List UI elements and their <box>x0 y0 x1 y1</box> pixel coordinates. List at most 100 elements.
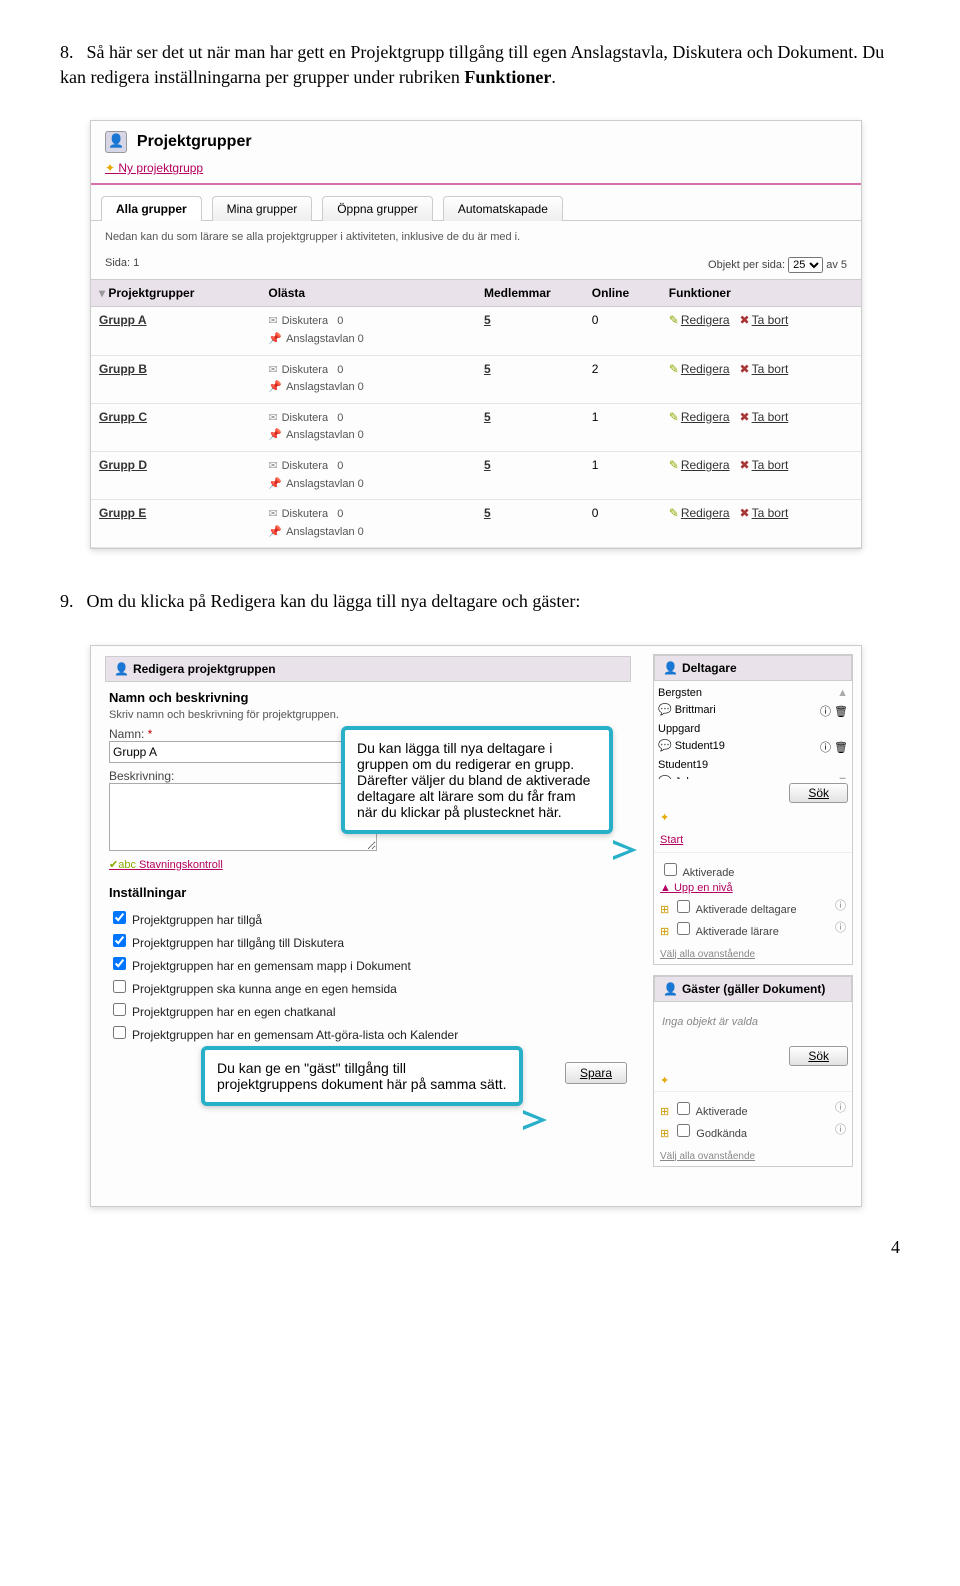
group-link[interactable]: Grupp C <box>99 410 147 424</box>
setting-item[interactable]: Projektgruppen har en egen chatkanal <box>109 1000 627 1019</box>
edit-link[interactable]: Redigera <box>681 362 730 376</box>
upp-link[interactable]: ▲ Upp en nivå <box>660 882 846 894</box>
members-link[interactable]: 5 <box>484 506 491 520</box>
start-link[interactable]: Start <box>654 828 852 852</box>
setting-item[interactable]: Projektgruppen har en gemensam mapp i Do… <box>109 954 627 973</box>
save-button[interactable]: Spara <box>565 1062 627 1084</box>
th-projektgrupper[interactable]: Projektgrupper <box>108 286 194 300</box>
step9-body: Om du klicka på Redigera kan du lägga ti… <box>87 591 581 611</box>
table-row: Grupp C ✉Diskutera 0📌Anslagstavlan 0 5 1… <box>91 403 861 451</box>
new-projektgrupp-link[interactable]: Ny projektgrupp <box>91 157 861 183</box>
delete-link[interactable]: Ta bort <box>752 362 789 376</box>
th-olasta[interactable]: Olästa <box>260 280 476 307</box>
sok-button-2[interactable]: Sök <box>789 1046 848 1066</box>
screenshot-redigera: 👤Redigera projektgruppen Namn och beskri… <box>90 645 862 1207</box>
edit-link[interactable]: Redigera <box>681 410 730 424</box>
edit-link[interactable]: Redigera <box>681 506 730 520</box>
pager-left: Sida: 1 <box>105 257 139 273</box>
name-desc-sub: Skriv namn och beskrivning för projektgr… <box>109 709 627 721</box>
deltagare-header: Deltagare <box>682 661 737 675</box>
settings-heading: Inställningar <box>109 885 627 900</box>
gaster-box: 👤Gäster (gäller Dokument) Inga objekt är… <box>653 975 853 1167</box>
setting-checkbox[interactable] <box>113 934 126 947</box>
folder-godkanda[interactable]: ⊞ Godkända ⓘ <box>660 1121 846 1140</box>
online-count: 0 <box>584 307 661 355</box>
group-link[interactable]: Grupp E <box>99 506 146 520</box>
pager-of: av 5 <box>826 259 847 271</box>
step8-end: . <box>551 67 556 87</box>
th-funktioner: Funktioner <box>661 280 861 307</box>
deltagare-box: 👤Deltagare Bergsten▲ 💬Brittmariⓘ 🗑 Uppga… <box>653 654 853 965</box>
deltagare-list[interactable]: Bergsten▲ 💬Brittmariⓘ 🗑 Uppgard 💬Student… <box>654 681 852 779</box>
table-row: Grupp B ✉Diskutera 0📌Anslagstavlan 0 5 2… <box>91 355 861 403</box>
table-row: Grupp A ✉Diskutera 0📌Anslagstavlan 0 5 0… <box>91 307 861 355</box>
online-count: 2 <box>584 355 661 403</box>
aktiverade-checkbox[interactable] <box>664 863 677 876</box>
setting-item[interactable]: Projektgruppen har en gemensam Att-göra-… <box>109 1023 627 1042</box>
th-online[interactable]: Online <box>584 280 661 307</box>
edit-link[interactable]: Redigera <box>681 313 730 327</box>
edit-panel-header: 👤Redigera projektgruppen <box>105 656 631 682</box>
setting-checkbox[interactable] <box>113 1026 126 1039</box>
callout-gaster: Du kan ge en "gäst" tillgång till projek… <box>201 1046 523 1106</box>
edit-link[interactable]: Redigera <box>681 458 730 472</box>
step9-number: 9. <box>60 589 82 614</box>
pager-select[interactable]: 25 <box>788 257 823 273</box>
tabs: Alla grupper Mina grupper Öppna grupper … <box>91 191 861 221</box>
sok-button[interactable]: Sök <box>789 783 848 803</box>
info-text: Nedan kan du som lärare se alla projektg… <box>91 221 861 253</box>
table-row: Grupp D ✉Diskutera 0📌Anslagstavlan 0 5 1… <box>91 451 861 499</box>
online-count: 1 <box>584 403 661 451</box>
callout1-text: Du kan lägga till nya deltagare i gruppe… <box>357 740 590 820</box>
online-count: 1 <box>584 451 661 499</box>
pager-row: Sida: 1 Objekt per sida: 25 av 5 <box>91 253 861 279</box>
name-desc-heading: Namn och beskrivning <box>109 690 627 705</box>
name-input[interactable] <box>109 741 377 763</box>
group-link[interactable]: Grupp A <box>99 313 147 327</box>
members-link[interactable]: 5 <box>484 362 491 376</box>
spellcheck-link[interactable]: Stavningskontroll <box>109 858 223 871</box>
tab-oppna-grupper[interactable]: Öppna grupper <box>322 196 433 221</box>
folder-aktiverade[interactable]: ⊞ Aktiverade ⓘ <box>660 1099 846 1118</box>
setting-item[interactable]: Projektgruppen har tillgå <box>109 908 627 927</box>
table-row: Grupp E ✉Diskutera 0📌Anslagstavlan 0 5 0… <box>91 500 861 548</box>
setting-checkbox[interactable] <box>113 911 126 924</box>
tab-mina-grupper[interactable]: Mina grupper <box>212 196 313 221</box>
inga-objekt: Inga objekt är valda <box>654 1002 852 1042</box>
projektgrupper-icon <box>105 131 127 153</box>
group-link[interactable]: Grupp D <box>99 458 147 472</box>
step8-paragraph: 8. Så här ser det ut när man har gett en… <box>60 40 900 90</box>
gaster-header: Gäster (gäller Dokument) <box>682 982 825 996</box>
delete-link[interactable]: Ta bort <box>752 313 789 327</box>
callout-deltagare: Du kan lägga till nya deltagare i gruppe… <box>341 726 613 834</box>
setting-checkbox[interactable] <box>113 1003 126 1016</box>
panel-title: Projektgrupper <box>137 133 252 150</box>
setting-checkbox[interactable] <box>113 980 126 993</box>
step8-number: 8. <box>60 40 82 65</box>
folder-aktiverade-larare[interactable]: ⊞ Aktiverade lärare ⓘ <box>660 919 846 938</box>
group-link[interactable]: Grupp B <box>99 362 147 376</box>
delete-link[interactable]: Ta bort <box>752 458 789 472</box>
setting-item[interactable]: Projektgruppen har tillgång till Diskute… <box>109 931 627 950</box>
step8-bold: Funktioner <box>464 67 551 87</box>
valj-alla-link[interactable]: Välj alla ovanstående <box>654 945 852 964</box>
valj-alla-link-2[interactable]: Välj alla ovanstående <box>654 1147 852 1166</box>
setting-checkbox[interactable] <box>113 957 126 970</box>
tab-alla-grupper[interactable]: Alla grupper <box>101 196 202 221</box>
callout2-text: Du kan ge en "gäst" tillgång till projek… <box>217 1060 507 1092</box>
delete-link[interactable]: Ta bort <box>752 506 789 520</box>
pager-label: Objekt per sida: <box>708 259 785 271</box>
groups-table: ▾ Projektgrupper Olästa Medlemmar Online… <box>91 279 861 548</box>
members-link[interactable]: 5 <box>484 313 491 327</box>
tab-automatskapade[interactable]: Automatskapade <box>443 196 563 221</box>
delete-link[interactable]: Ta bort <box>752 410 789 424</box>
page-number: 4 <box>60 1237 900 1258</box>
th-medlemmar[interactable]: Medlemmar <box>476 280 584 307</box>
desc-textarea[interactable] <box>109 783 377 851</box>
members-link[interactable]: 5 <box>484 458 491 472</box>
setting-item[interactable]: Projektgruppen ska kunna ange en egen he… <box>109 977 627 996</box>
members-link[interactable]: 5 <box>484 410 491 424</box>
divider <box>91 183 861 185</box>
folder-aktiverade-deltagare[interactable]: ⊞ Aktiverade deltagare ⓘ <box>660 897 846 916</box>
online-count: 0 <box>584 500 661 548</box>
